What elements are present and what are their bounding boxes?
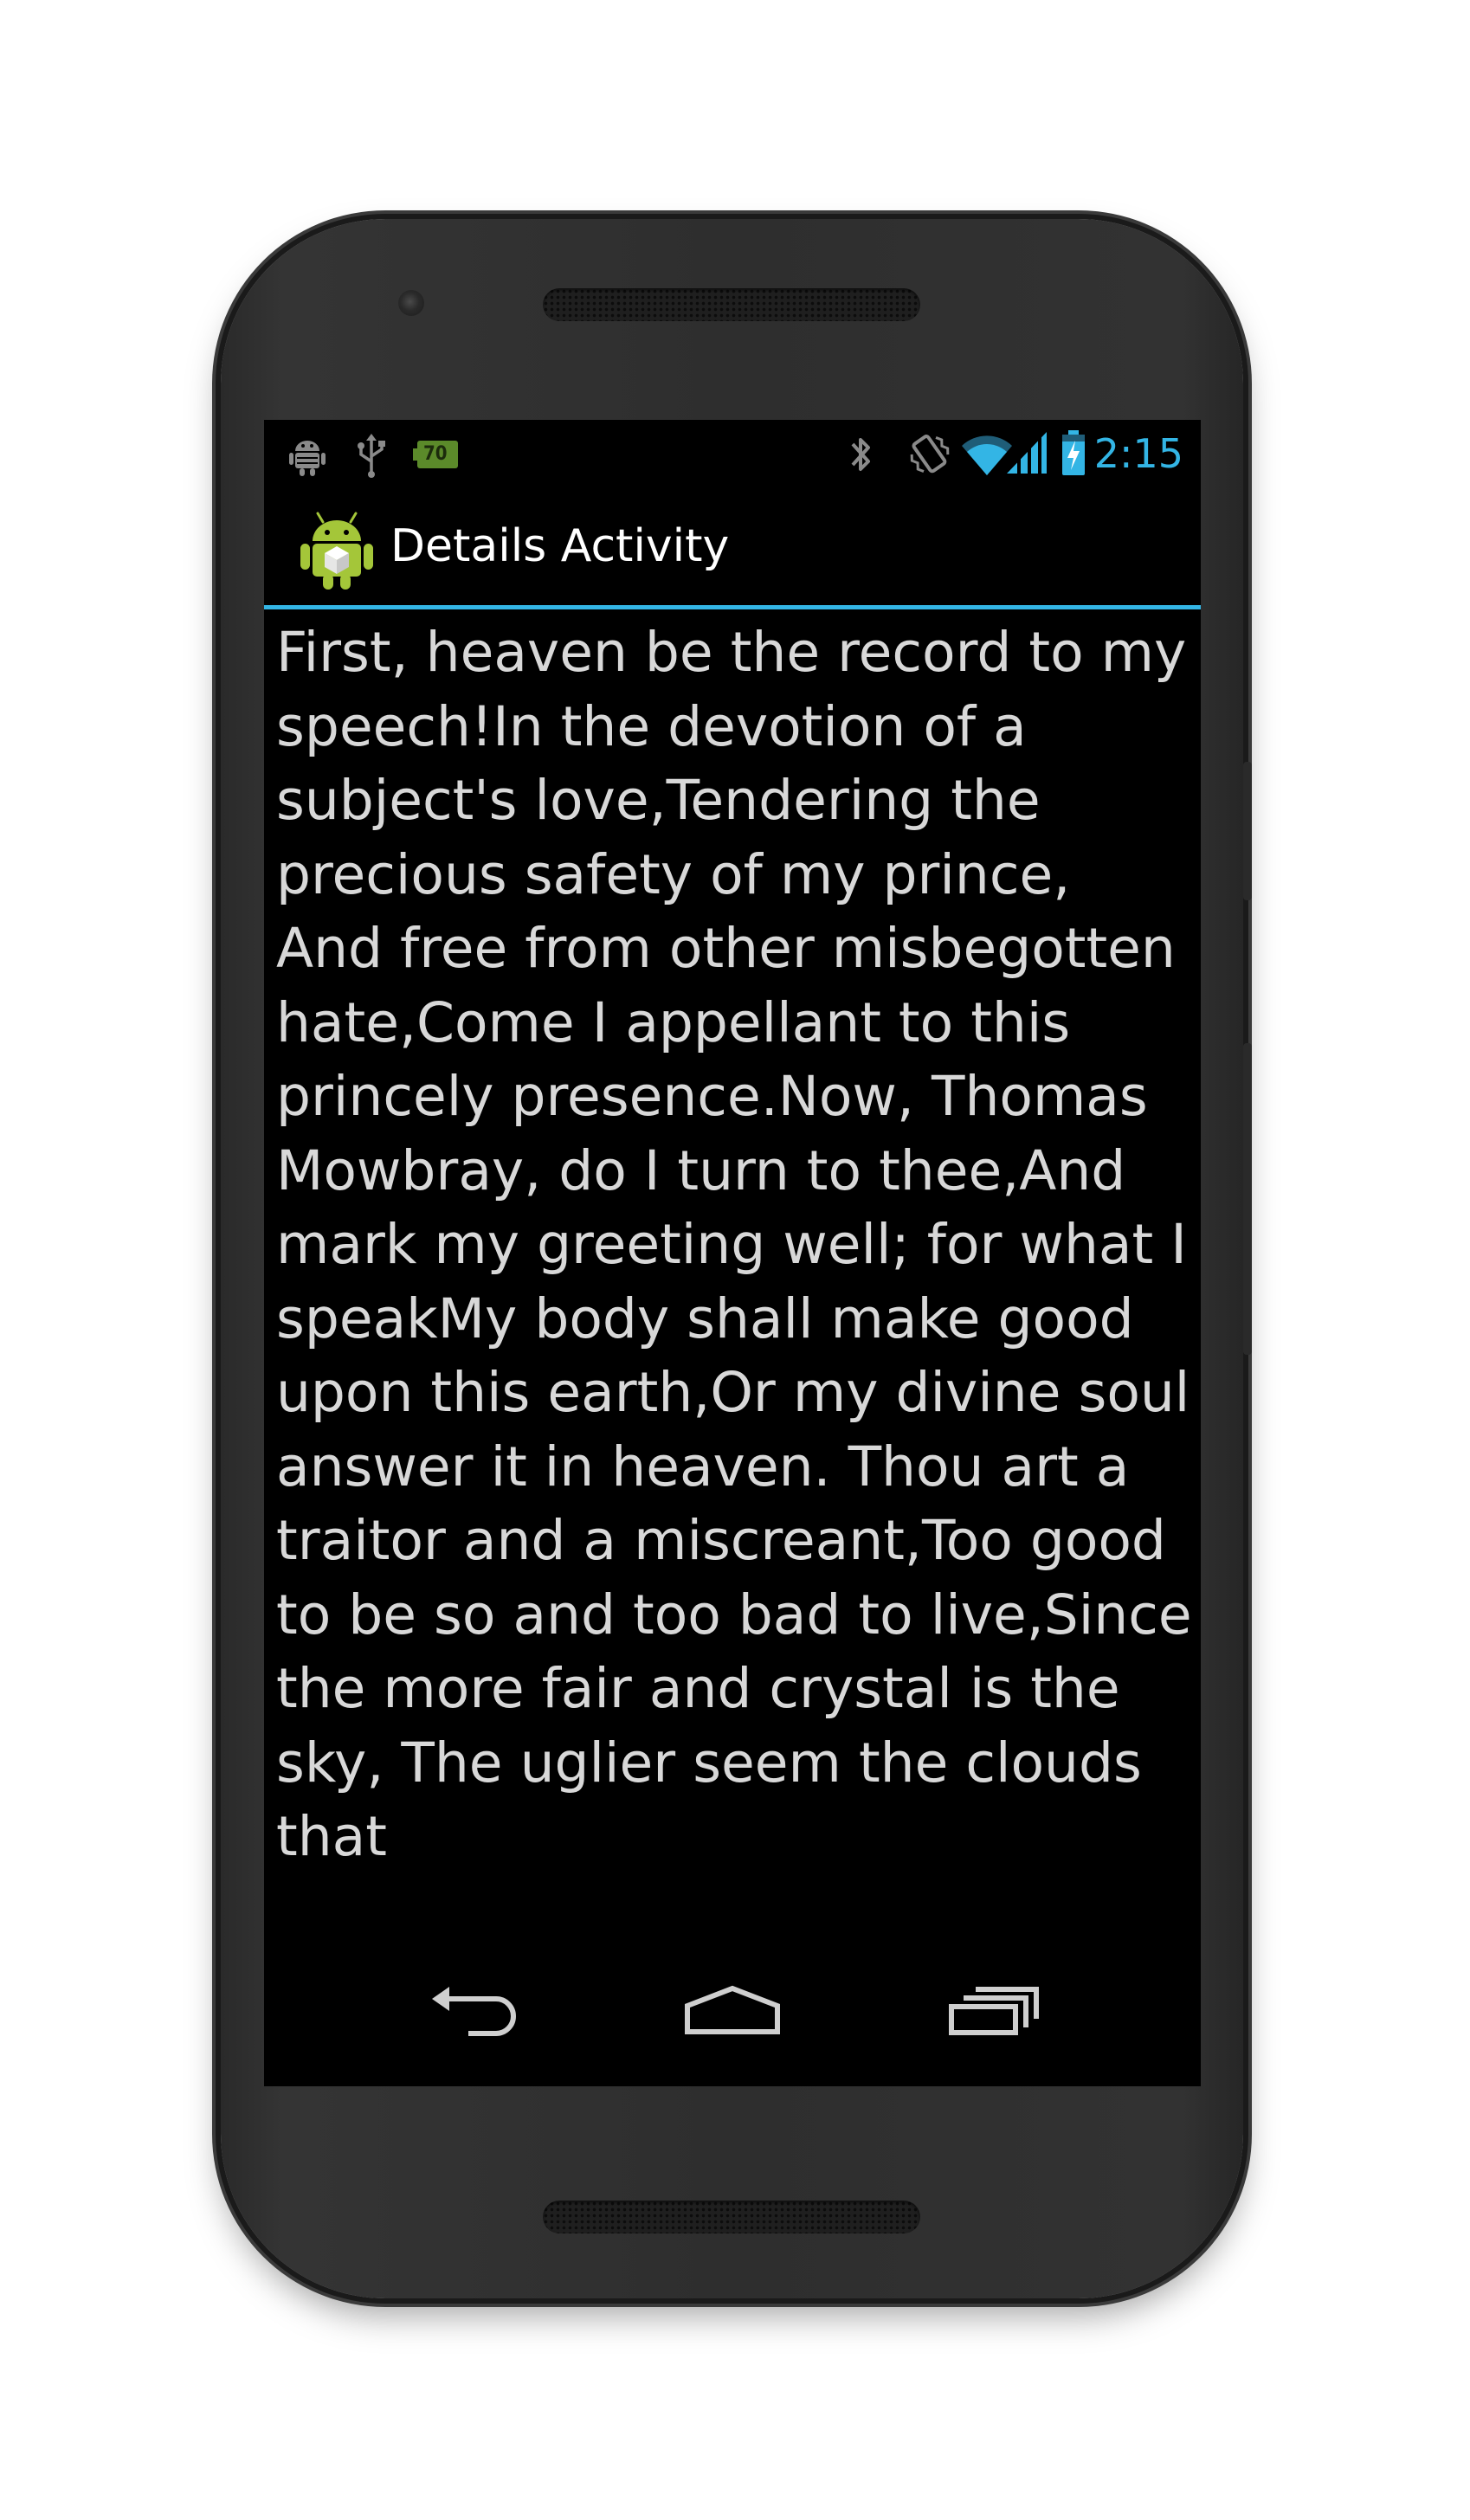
front-camera: [398, 290, 424, 316]
bottom-speaker: [543, 2201, 920, 2233]
battery-level-text: 70: [423, 443, 448, 465]
scroll-fade: [276, 1890, 1194, 1942]
home-button[interactable]: [667, 1958, 797, 2062]
bluetooth-icon: [851, 438, 870, 471]
battery-notification-icon: 70: [413, 441, 460, 468]
android-debug-icon: [289, 441, 326, 476]
details-text: First, heaven be the record to my speech…: [276, 621, 1192, 1868]
recents-icon: [949, 1987, 1039, 2035]
android-app-icon[interactable]: [299, 508, 375, 591]
home-icon: [685, 1985, 780, 2034]
action-bar: Details Activity: [264, 487, 1201, 609]
back-icon: [432, 1987, 516, 2036]
volume-rocker[interactable]: [1243, 1043, 1252, 1355]
clock-time: 2:15: [1093, 430, 1183, 477]
recents-button[interactable]: [929, 1958, 1059, 2062]
battery-charging-icon: [1062, 430, 1085, 475]
device-stage: 70 2:15 Details Activity First, heaven b…: [0, 0, 1470, 2520]
earpiece-speaker: [543, 288, 920, 321]
page-title: Details Activity: [390, 520, 730, 572]
power-button[interactable]: [1243, 762, 1252, 900]
screen: 70 2:15 Details Activity First, heaven b…: [264, 420, 1201, 2086]
usb-icon: [358, 434, 385, 478]
details-content[interactable]: First, heaven be the record to my speech…: [276, 615, 1194, 1942]
back-button[interactable]: [409, 1958, 539, 2062]
navigation-bar: [264, 1945, 1201, 2086]
vibrate-icon: [910, 435, 950, 474]
cell-signal-icon: [1007, 430, 1047, 475]
status-bar: 70 2:15: [264, 420, 1201, 487]
